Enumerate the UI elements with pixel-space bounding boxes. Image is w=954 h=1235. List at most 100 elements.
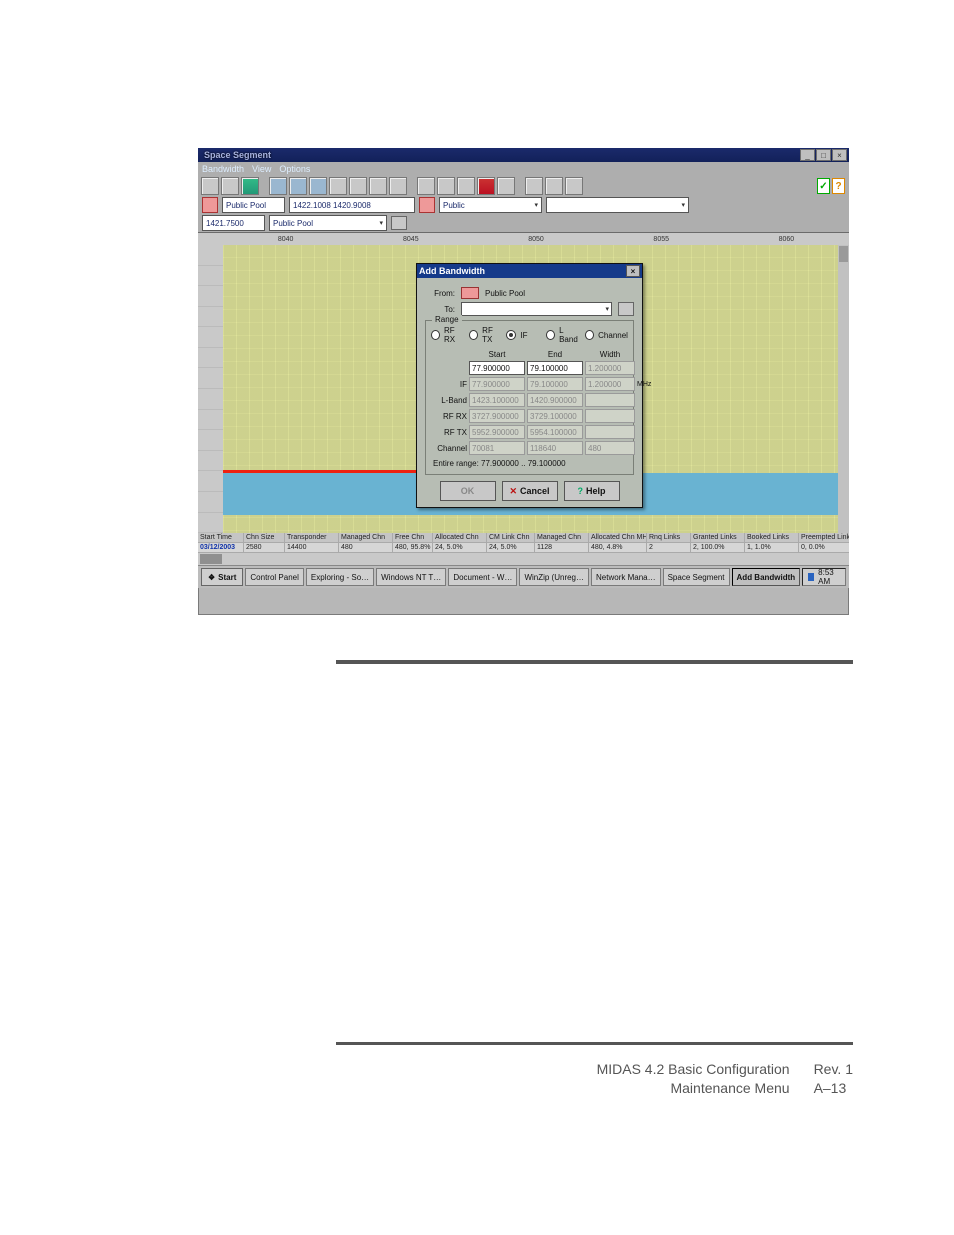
rfrx-end: 3729.100000 [527,409,583,423]
ch-start: 70081 [469,441,525,455]
windows-icon: ❖ [208,573,215,582]
clock: 8:53 AM [818,568,840,586]
toolbar-button[interactable] [201,177,219,195]
rfrx-start: 3727.900000 [469,409,525,423]
toolbar-button[interactable] [289,177,307,195]
from-label: From: [425,289,455,298]
footer-subtitle: Maintenance Menu [597,1079,790,1098]
menu-bar: Bandwidth View Options [198,162,849,176]
pool-value-field[interactable]: 1422.1008 1420.9008 [289,197,415,213]
radio-if[interactable] [506,330,516,340]
from-value: Public Pool [485,289,525,298]
toolbar-button[interactable] [525,177,543,195]
close-button[interactable]: × [832,149,847,161]
section-rule [336,1042,853,1045]
menu-bandwidth[interactable]: Bandwidth [202,164,244,174]
dialog-title-bar[interactable]: Add Bandwidth × [417,264,642,278]
allocation-table: Start Time Chn Size Transponder Managed … [198,533,849,565]
dialog-close-button[interactable]: × [626,265,640,277]
entire-range-label: Entire range: 77.900000 .. 79.100000 [433,459,628,468]
rftx-end: 5954.100000 [527,425,583,439]
pool-row-2: 1421.7500 Public Pool [198,214,849,232]
start-button[interactable]: ❖ Start [201,568,243,586]
toolbar-button[interactable] [457,177,475,195]
system-tray: 8:53 AM [802,568,846,586]
range-radios: RF RX RF TX IF L Band Channel [431,326,628,344]
add-bandwidth-dialog: Add Bandwidth × From: Public Pool To: [416,263,643,508]
radio-channel[interactable] [585,330,594,340]
minimize-button[interactable]: _ [800,149,815,161]
help-button[interactable]: ?Help [564,481,620,501]
dialog-body: From: Public Pool To: Range [417,278,642,507]
toolbar-button[interactable] [269,177,287,195]
status-indicator: ✓ ? [817,178,845,194]
range-group: Range RF RX RF TX IF L Band Channel Star… [425,320,634,475]
if-width: 1.200000 [585,377,635,391]
toolbar-button[interactable] [437,177,455,195]
toolbar-button[interactable] [369,177,387,195]
toolbar-button[interactable] [545,177,563,195]
radio-rfrx[interactable] [431,330,440,340]
range-group-title: Range [432,315,462,324]
rftx-start: 5952.900000 [469,425,525,439]
horizontal-scrollbar[interactable] [198,553,849,565]
taskbar-item-active[interactable]: Add Bandwidth [732,568,801,586]
pool-value-field[interactable]: 1421.7500 [202,215,265,231]
radio-rftx[interactable] [469,330,478,340]
toolbar-button[interactable] [221,177,239,195]
pool-dropdown[interactable] [546,197,689,213]
left-scale [198,245,223,533]
toolbar-button[interactable] [349,177,367,195]
toolbar-button[interactable] [477,177,495,195]
cancel-button[interactable]: ✕Cancel [502,481,558,501]
section-rule [336,660,853,664]
taskbar-item[interactable]: WinZip (Unreg… [519,568,589,586]
apply-icon[interactable] [391,216,407,230]
start-input[interactable]: 77.900000 [469,361,525,375]
taskbar-item[interactable]: Network Mana… [591,568,661,586]
footer-rev-block: Rev. 1 A–13 [814,1060,853,1098]
toolbar-button[interactable] [497,177,515,195]
toolbar-button[interactable] [329,177,347,195]
to-dropdown[interactable] [461,302,612,316]
taskbar-item[interactable]: Windows NT T… [376,568,446,586]
vertical-scrollbar[interactable] [838,245,849,533]
pool-row-1: Public Pool 1422.1008 1420.9008 Public [198,196,849,214]
footer-title: MIDAS 4.2 Basic Configuration [597,1060,790,1079]
pool-icon [202,197,218,213]
question-icon: ? [832,178,845,194]
tray-icon[interactable] [808,573,814,581]
end-input[interactable]: 79.100000 [527,361,583,375]
radio-lband[interactable] [546,330,555,340]
width-field: 1.200000 [585,361,635,375]
toolbar-button[interactable] [309,177,327,195]
footer-title-block: MIDAS 4.2 Basic Configuration Maintenanc… [597,1060,790,1098]
toolbar-button[interactable] [389,177,407,195]
ch-end: 118640 [527,441,583,455]
toolbar-button[interactable] [241,177,259,195]
taskbar-item[interactable]: Exploring - So… [306,568,374,586]
table-row[interactable]: 03/12/2003 2580 14400 480 480, 95.8% 24,… [198,543,849,553]
lband-width [585,393,635,407]
toolbar [198,176,849,196]
page-footer: MIDAS 4.2 Basic Configuration Maintenanc… [336,1060,853,1098]
window-title-bar: Space Segment _ □ × [198,148,849,162]
menu-options[interactable]: Options [279,164,310,174]
toolbar-button[interactable] [565,177,583,195]
menu-view[interactable]: View [252,164,271,174]
taskbar-item[interactable]: Document - W… [448,568,517,586]
ch-width: 480 [585,441,635,455]
pool-icon [419,197,435,213]
to-browse-button[interactable] [618,302,634,316]
to-label: To: [425,305,455,314]
pool-dropdown[interactable]: Public [439,197,542,213]
pool-label: Public Pool [222,197,285,213]
taskbar-item[interactable]: Space Segment [663,568,730,586]
toolbar-button[interactable] [417,177,435,195]
ok-button[interactable]: OK [440,481,496,501]
taskbar: ❖ Start Control Panel Exploring - So… Wi… [198,565,849,588]
taskbar-item[interactable]: Control Panel [245,568,303,586]
document-page: Space Segment _ □ × Bandwidth View Optio… [0,0,954,1235]
pool-dropdown[interactable]: Public Pool [269,215,387,231]
maximize-button[interactable]: □ [816,149,831,161]
